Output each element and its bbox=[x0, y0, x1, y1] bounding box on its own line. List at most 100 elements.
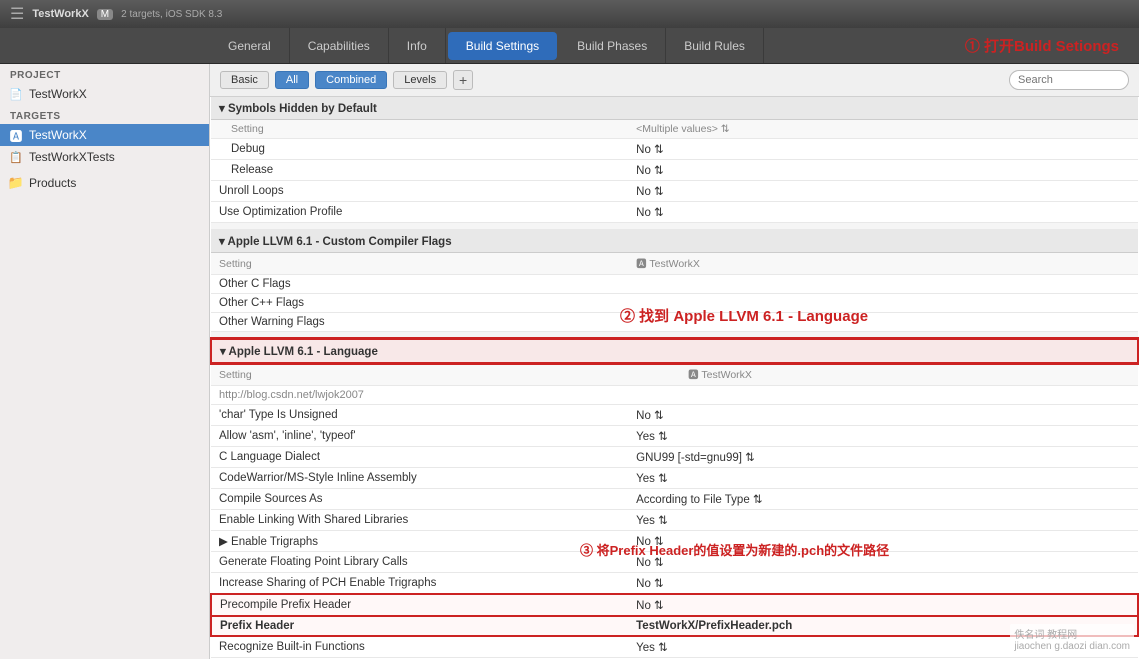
row-other-warning: Other Warning Flags bbox=[211, 313, 1138, 332]
row-precompile: Precompile Prefix Header No ⇅ bbox=[211, 594, 1138, 616]
setting-other-c: Other C Flags bbox=[211, 275, 628, 294]
setting-compile-sources: Compile Sources As bbox=[211, 489, 628, 510]
tab-general[interactable]: General bbox=[210, 28, 290, 63]
row-char-type: 'char' Type Is Unsigned No ⇅ bbox=[211, 405, 1138, 426]
settings-container[interactable]: ▾ Symbols Hidden by Default Setting <Mul… bbox=[210, 97, 1139, 659]
section-custom-flags-label: ▾ Apple LLVM 6.1 - Custom Compiler Flags bbox=[211, 230, 1138, 253]
project-icon: 📄 bbox=[8, 86, 24, 102]
filter-basic[interactable]: Basic bbox=[220, 71, 269, 89]
filter-all[interactable]: All bbox=[275, 71, 309, 89]
tab-build-rules[interactable]: Build Rules bbox=[666, 28, 764, 63]
sidebar-item-target1[interactable]: 🅰 TestWorkX bbox=[0, 124, 209, 146]
value-release[interactable]: No ⇅ bbox=[628, 160, 1138, 181]
setting-increase-sharing: Increase Sharing of PCH Enable Trigraphs bbox=[211, 573, 628, 595]
value-optprofile[interactable]: No ⇅ bbox=[628, 202, 1138, 223]
setting-release: Release bbox=[211, 160, 628, 181]
value-codewarrior[interactable]: Yes ⇅ bbox=[628, 468, 1138, 489]
row-enable-linking: Enable Linking With Shared Libraries Yes… bbox=[211, 510, 1138, 531]
setting-other-warning: Other Warning Flags bbox=[211, 313, 628, 332]
tab-build-phases[interactable]: Build Phases bbox=[559, 28, 666, 63]
value-debug[interactable]: No ⇅ bbox=[628, 139, 1138, 160]
filter-bar: Basic All Combined Levels + bbox=[210, 64, 1139, 97]
section-symbols-label: ▾ Symbols Hidden by Default bbox=[211, 97, 1138, 120]
row-c-dialect: C Language Dialect GNU99 [-std=gnu99] ⇅ bbox=[211, 447, 1138, 468]
target2-icon: 📋 bbox=[8, 149, 24, 165]
row-increase-sharing: Increase Sharing of PCH Enable Trigraphs… bbox=[211, 573, 1138, 595]
sidebar-item-project[interactable]: 📄 TestWorkX bbox=[0, 83, 209, 105]
col-setting-label-3: Setting bbox=[211, 363, 628, 386]
value-other-c[interactable] bbox=[628, 275, 1138, 294]
col-value-label-1: <Multiple values> ⇅ bbox=[628, 120, 1138, 139]
row-prefix-header: Prefix Header TestWorkX/PrefixHeader.pch bbox=[211, 616, 1138, 636]
settings-table: ▾ Symbols Hidden by Default Setting <Mul… bbox=[210, 97, 1139, 659]
sidebar-toggle-icon[interactable]: ☰ bbox=[10, 4, 24, 24]
content-area: Basic All Combined Levels + ▾ Symbols Hi… bbox=[210, 64, 1139, 659]
row-recognize-builtin: Recognize Built-in Functions Yes ⇅ bbox=[211, 636, 1138, 658]
section-language-header: ▾ Apple LLVM 6.1 - Language bbox=[211, 339, 1138, 363]
folder-icon: 📁 bbox=[8, 175, 24, 191]
col-headers-row-2: Setting 🅰 TestWorkX bbox=[211, 253, 1138, 275]
value-unroll[interactable]: No ⇅ bbox=[628, 181, 1138, 202]
value-char-type[interactable]: No ⇅ bbox=[628, 405, 1138, 426]
watermark: 佚名词 教程网jiaochen g.daozi dian.com bbox=[1010, 624, 1134, 654]
section-symbols-header: ▾ Symbols Hidden by Default bbox=[211, 97, 1138, 120]
setting-enable-linking: Enable Linking With Shared Libraries bbox=[211, 510, 628, 531]
search-input[interactable] bbox=[1009, 70, 1129, 90]
filter-combined[interactable]: Combined bbox=[315, 71, 387, 89]
setting-recognize-builtin: Recognize Built-in Functions bbox=[211, 636, 628, 658]
row-optprofile: Use Optimization Profile No ⇅ bbox=[211, 202, 1138, 223]
setting-codewarrior: CodeWarrior/MS-Style Inline Assembly bbox=[211, 468, 628, 489]
value-enable-trigraphs[interactable]: No ⇅ bbox=[628, 531, 1138, 552]
annotation-one: ① 打开Build Setiongs bbox=[965, 35, 1119, 56]
setting-enable-trigraphs: ▶ Enable Trigraphs bbox=[211, 531, 628, 552]
setting-fp-calls: Generate Floating Point Library Calls bbox=[211, 552, 628, 573]
sidebar-item-products[interactable]: 📁 Products bbox=[0, 172, 209, 194]
value-allow-asm[interactable]: Yes ⇅ bbox=[628, 426, 1138, 447]
value-increase-sharing[interactable]: No ⇅ bbox=[628, 573, 1138, 595]
value-c-dialect[interactable]: GNU99 [-std=gnu99] ⇅ bbox=[628, 447, 1138, 468]
col-headers-row-1: Setting <Multiple values> ⇅ bbox=[211, 120, 1138, 139]
row-other-c: Other C Flags bbox=[211, 275, 1138, 294]
row-other-cpp: Other C++ Flags bbox=[211, 294, 1138, 313]
setting-unroll: Unroll Loops bbox=[211, 181, 628, 202]
value-compile-sources[interactable]: According to File Type ⇅ bbox=[628, 489, 1138, 510]
project-header: PROJECT bbox=[0, 64, 209, 83]
targets-header: TARGETS bbox=[0, 105, 209, 124]
tab-bar: General Capabilities Info Build Settings… bbox=[0, 28, 1139, 64]
row-enable-trigraphs: ▶ Enable Trigraphs No ⇅ bbox=[211, 531, 1138, 552]
value-other-cpp[interactable] bbox=[628, 294, 1138, 313]
value-enable-linking[interactable]: Yes ⇅ bbox=[628, 510, 1138, 531]
row-codewarrior: CodeWarrior/MS-Style Inline Assembly Yes… bbox=[211, 468, 1138, 489]
row-release: Release No ⇅ bbox=[211, 160, 1138, 181]
section-language-label: ▾ Apple LLVM 6.1 - Language bbox=[211, 339, 1138, 363]
value-fp-calls[interactable]: No ⇅ bbox=[628, 552, 1138, 573]
sidebar: PROJECT 📄 TestWorkX TARGETS 🅰 TestWorkX … bbox=[0, 64, 210, 659]
value-char-unsigned[interactable] bbox=[628, 386, 1138, 405]
row-fp-calls: Generate Floating Point Library Calls No… bbox=[211, 552, 1138, 573]
add-setting-button[interactable]: + bbox=[453, 70, 473, 90]
col-setting-label-1: Setting bbox=[211, 120, 628, 139]
row-unroll: Unroll Loops No ⇅ bbox=[211, 181, 1138, 202]
tab-info[interactable]: Info bbox=[389, 28, 446, 63]
filter-levels[interactable]: Levels bbox=[393, 71, 447, 89]
row-compile-sources: Compile Sources As According to File Typ… bbox=[211, 489, 1138, 510]
col-testworkx-label-3: 🅰 TestWorkX bbox=[628, 363, 1138, 386]
setting-allow-asm: Allow 'asm', 'inline', 'typeof' bbox=[211, 426, 628, 447]
col-headers-row-3: Setting 🅰 TestWorkX bbox=[211, 363, 1138, 386]
setting-optprofile: Use Optimization Profile bbox=[211, 202, 628, 223]
value-precompile[interactable]: No ⇅ bbox=[628, 594, 1138, 616]
col-testworkx-label-2: 🅰 TestWorkX bbox=[628, 253, 1138, 275]
sidebar-item-target2[interactable]: 📋 TestWorkXTests bbox=[0, 146, 209, 168]
xcode-title: TestWorkX bbox=[32, 8, 88, 20]
setting-precompile: Precompile Prefix Header bbox=[211, 594, 628, 616]
target1-icon: 🅰 bbox=[8, 127, 24, 143]
setting-debug: Debug bbox=[211, 139, 628, 160]
tab-capabilities[interactable]: Capabilities bbox=[290, 28, 389, 63]
xcode-toolbar: ☰ TestWorkX M 2 targets, iOS SDK 8.3 bbox=[0, 0, 1139, 28]
xcode-badge: M bbox=[97, 9, 113, 20]
tab-build-settings[interactable]: Build Settings bbox=[448, 32, 557, 60]
section-custom-flags-header: ▾ Apple LLVM 6.1 - Custom Compiler Flags bbox=[211, 230, 1138, 253]
value-other-warning[interactable] bbox=[628, 313, 1138, 332]
row-allow-asm: Allow 'asm', 'inline', 'typeof' Yes ⇅ bbox=[211, 426, 1138, 447]
xcode-subtitle: 2 targets, iOS SDK 8.3 bbox=[121, 9, 222, 20]
